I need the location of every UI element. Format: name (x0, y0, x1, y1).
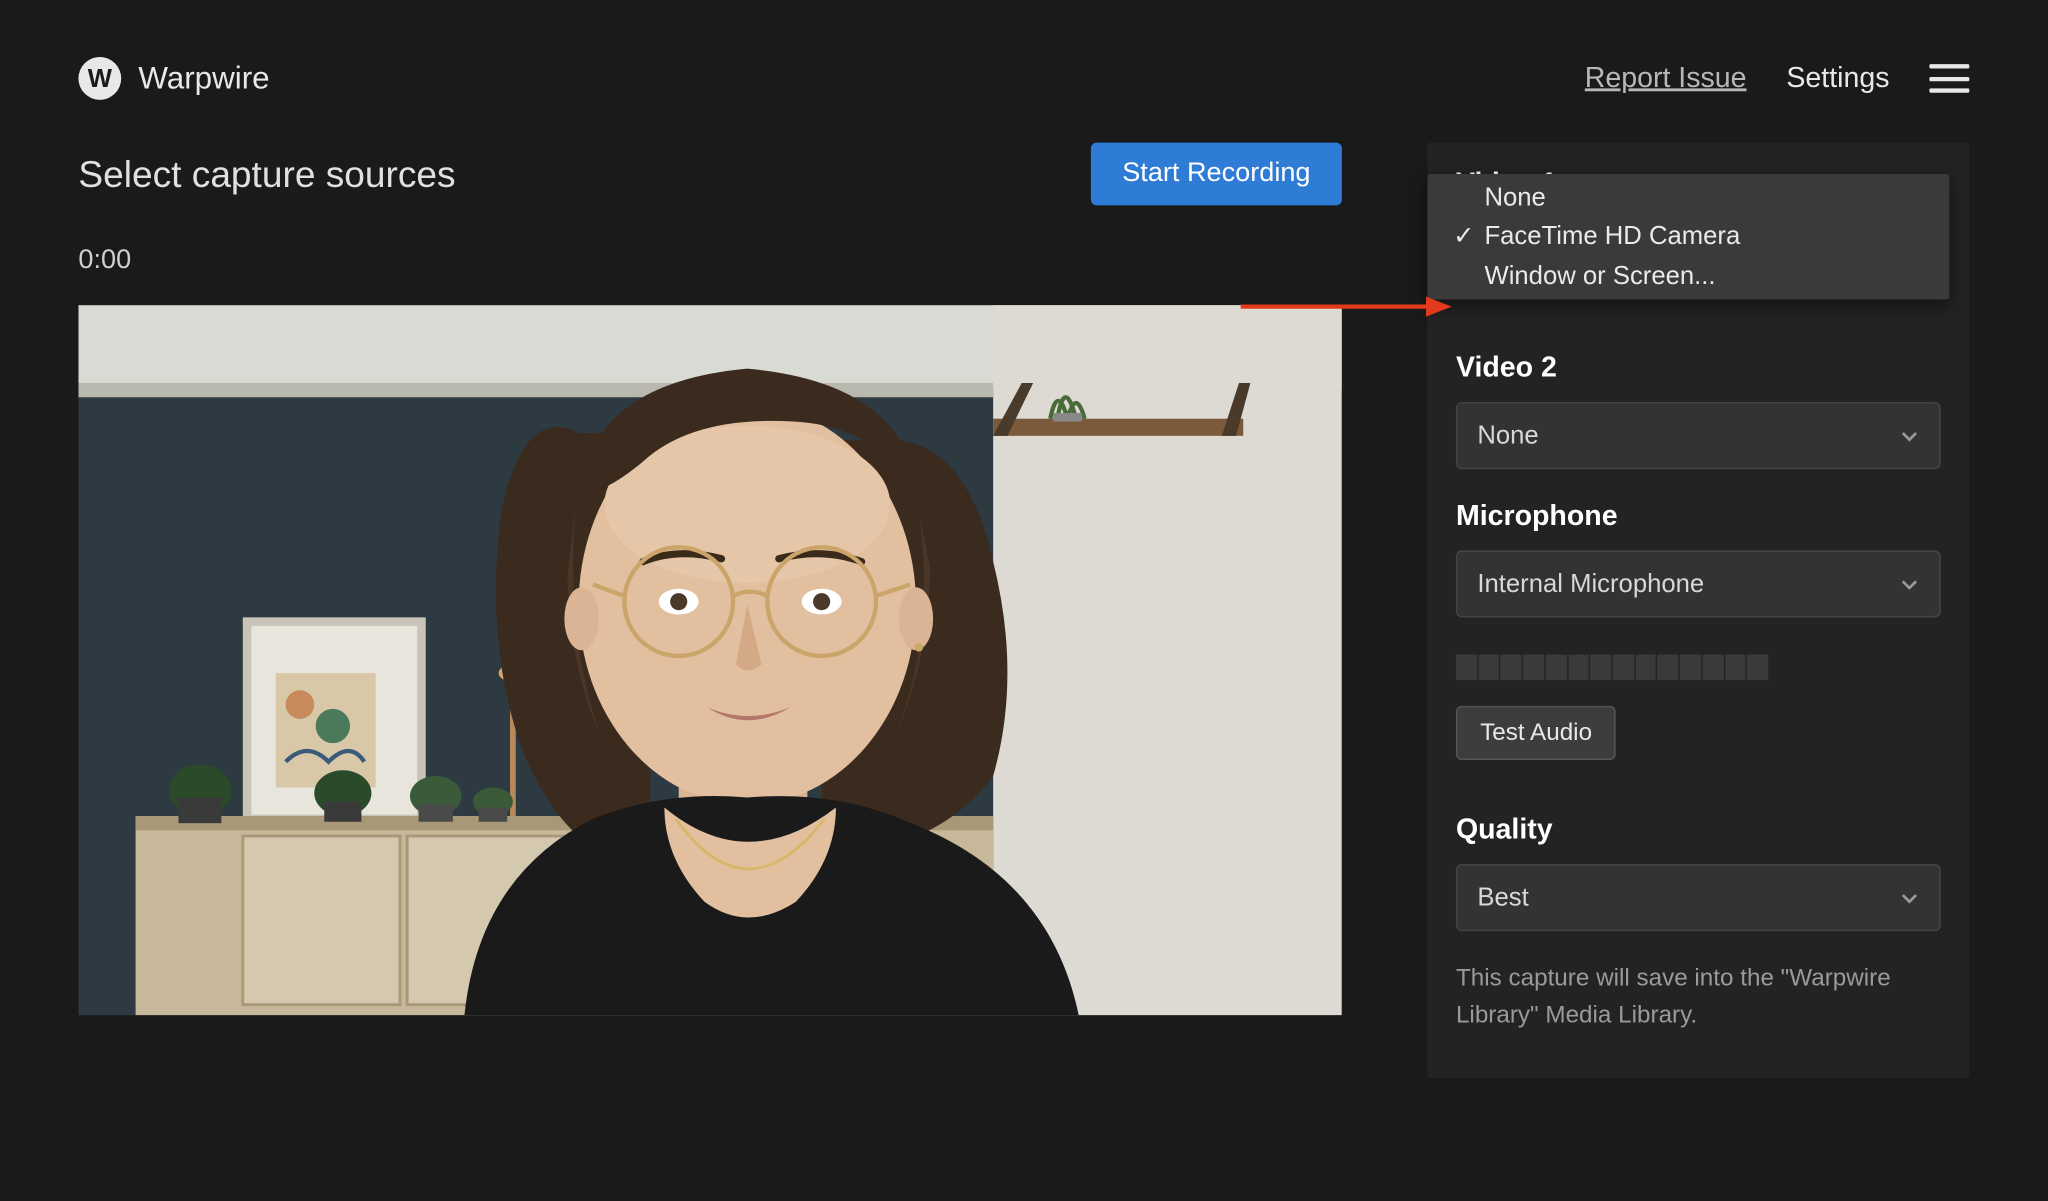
chevron-down-icon (1899, 574, 1919, 594)
save-destination-note: This capture will save into the "Warpwir… (1456, 960, 1941, 1035)
start-recording-button[interactable]: Start Recording (1091, 143, 1342, 206)
report-issue-link[interactable]: Report Issue (1585, 62, 1747, 95)
quality-value: Best (1477, 883, 1528, 913)
settings-link[interactable]: Settings (1786, 62, 1889, 95)
settings-panel: Video 1 None FaceTime HD Camera Window o… (1427, 143, 1969, 1078)
app-header: W Warpwire Report Issue Settings (0, 0, 2048, 143)
warpwire-logo-icon: W (78, 57, 121, 100)
video1-option-camera[interactable]: FaceTime HD Camera (1427, 217, 1949, 256)
video2-select[interactable]: None (1456, 402, 1941, 469)
video1-option-screen[interactable]: Window or Screen... (1427, 256, 1949, 295)
video1-dropdown: None FaceTime HD Camera Window or Screen… (1427, 174, 1949, 300)
microphone-value: Internal Microphone (1477, 569, 1704, 599)
quality-label: Quality (1456, 814, 1941, 847)
camera-preview (78, 305, 1341, 1015)
quality-select[interactable]: Best (1456, 864, 1941, 931)
hamburger-menu-icon[interactable] (1929, 64, 1969, 93)
chevron-down-icon (1899, 426, 1919, 446)
main-left-column: Select capture sources Start Recording 0… (78, 143, 1341, 1078)
audio-level-meter (1456, 655, 1770, 681)
video2-value: None (1477, 421, 1538, 451)
brand[interactable]: W Warpwire (78, 57, 269, 100)
test-audio-button[interactable]: Test Audio (1456, 706, 1616, 760)
microphone-label: Microphone (1456, 501, 1941, 534)
brand-text: Warpwire (138, 60, 269, 97)
header-right: Report Issue Settings (1585, 62, 1970, 95)
annotation-arrow-icon (1241, 292, 1455, 321)
video1-option-none[interactable]: None (1427, 178, 1949, 217)
chevron-down-icon (1899, 888, 1919, 908)
page-title: Select capture sources (78, 152, 455, 196)
recording-timer: 0:00 (78, 245, 1341, 276)
video2-label: Video 2 (1456, 352, 1941, 385)
microphone-select[interactable]: Internal Microphone (1456, 550, 1941, 617)
